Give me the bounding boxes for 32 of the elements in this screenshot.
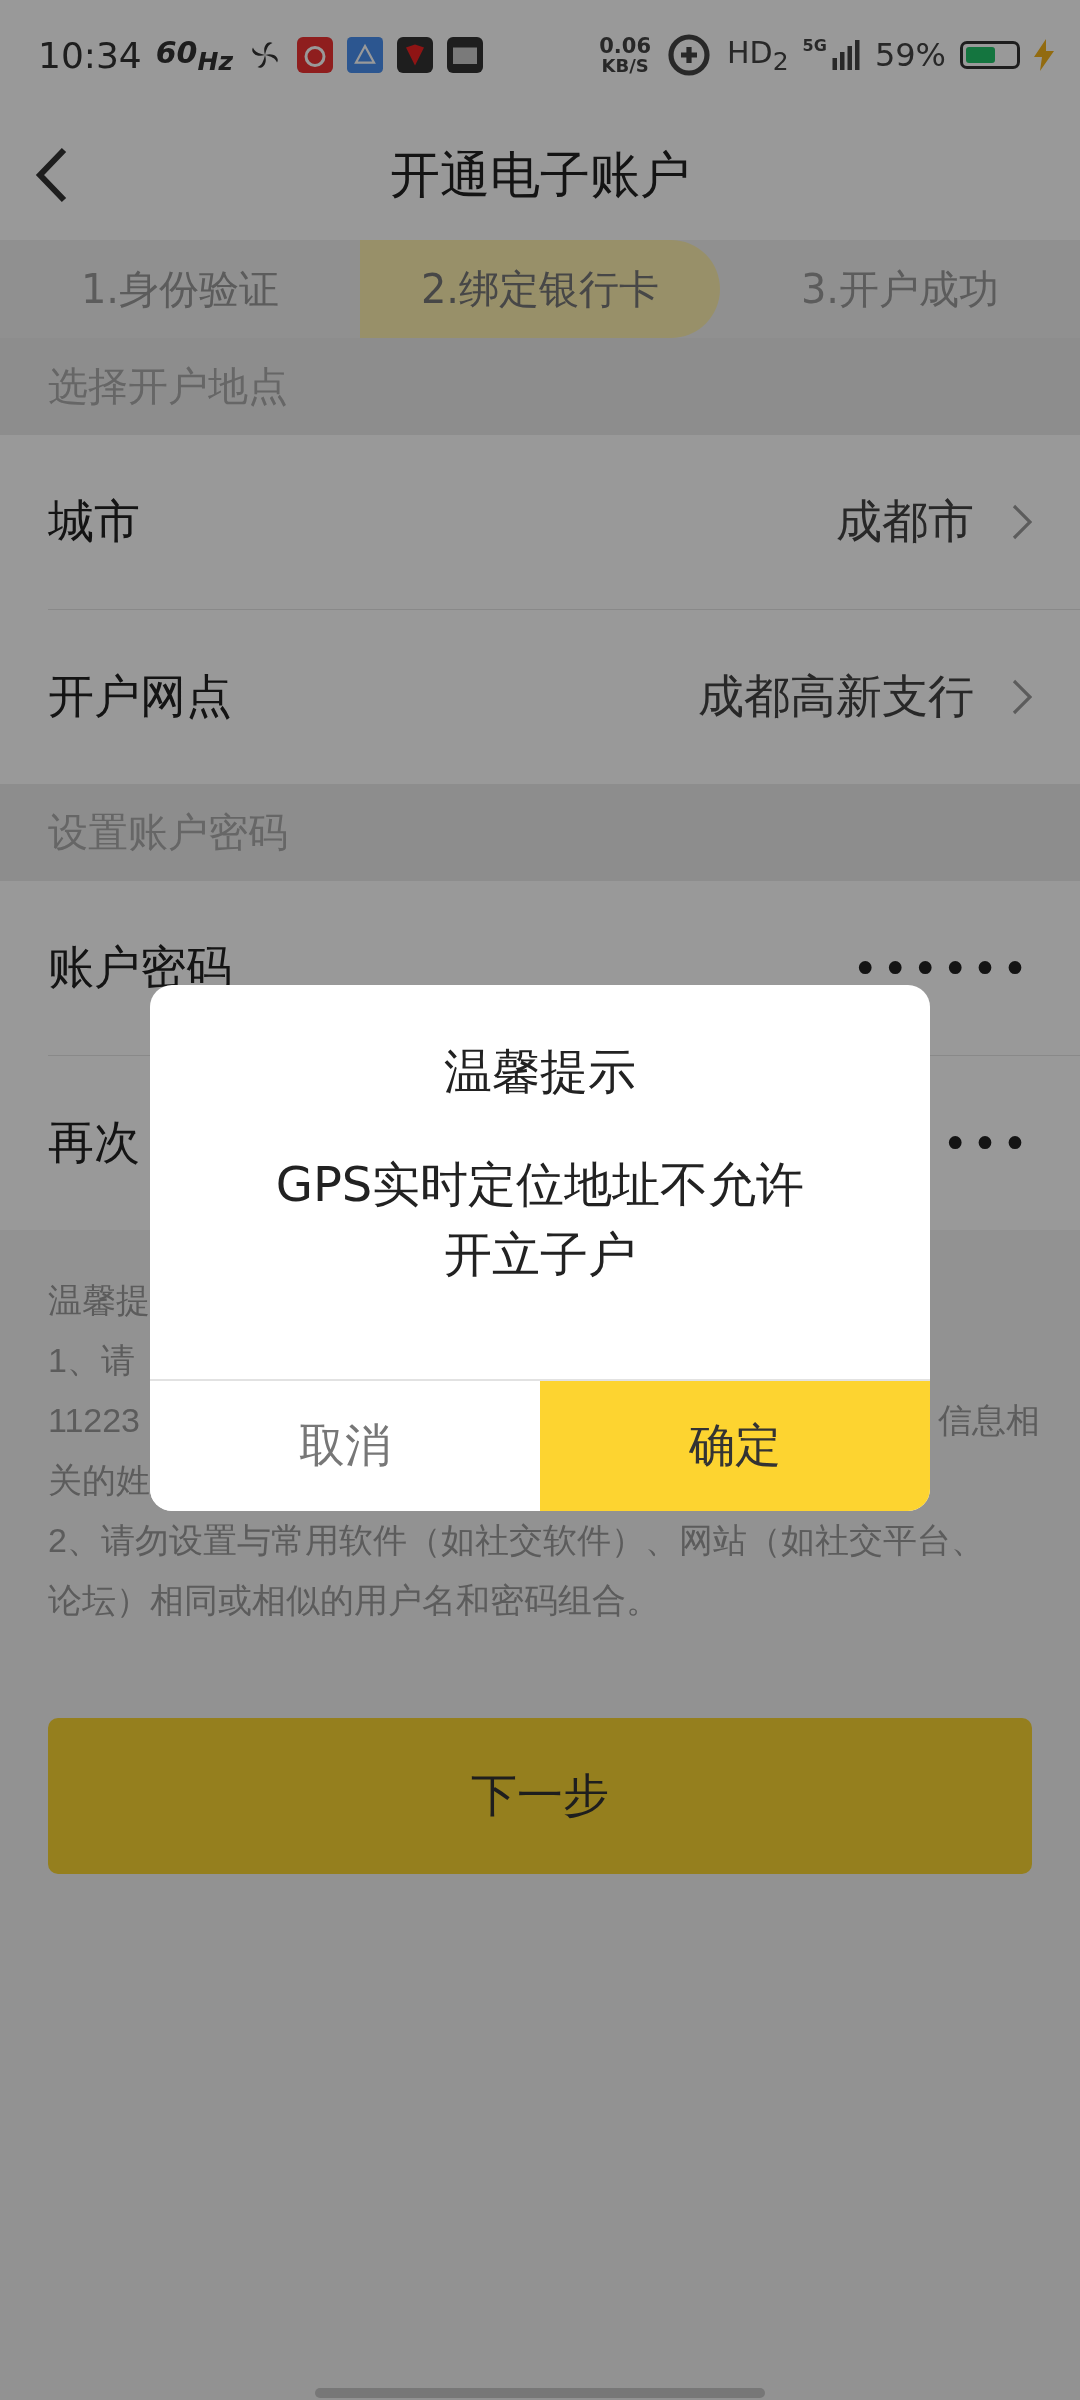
status-time: 10:34 — [38, 34, 142, 76]
mail-icon — [447, 37, 483, 73]
signal-icon — [830, 40, 861, 70]
row-value: 成都高新支行 — [698, 668, 974, 725]
confirm-button[interactable]: 确定 — [540, 1381, 930, 1511]
net-speed: 0.06 — [599, 35, 652, 57]
warning-icon — [347, 37, 383, 73]
net-unit: KB/S — [601, 56, 649, 75]
battery-percent: 59% — [874, 36, 946, 74]
charging-icon — [1034, 39, 1054, 71]
battery-icon — [960, 41, 1020, 69]
password-dots: •••••• — [852, 942, 1032, 994]
page-title: 开通电子账户 — [390, 144, 690, 206]
row-label: 账户密码 — [48, 939, 233, 996]
shield-icon — [397, 37, 433, 73]
form-row[interactable]: 开户网点 成都高新支行 — [48, 610, 1080, 784]
chevron-icon — [1012, 679, 1032, 715]
dialog-message: GPS实时定位地址不允许 — [275, 1156, 805, 1212]
row-label: 再次 — [48, 1114, 141, 1171]
refresh-rate: 60$_{Hz}$ — [155, 34, 233, 76]
row-label: 开户网点 — [48, 668, 233, 725]
hd-label: HD$_{2}$ — [727, 34, 789, 76]
form-row[interactable]: 城市 成都市 — [48, 435, 1080, 610]
row-value: 成都市 — [836, 493, 974, 550]
network-type: 5G — [802, 36, 827, 55]
password-dots: ••• — [942, 1117, 1032, 1169]
app-icon — [297, 37, 333, 73]
chevron-icon — [1012, 504, 1032, 540]
dialog-message: 开立子户 — [444, 1226, 636, 1282]
back-icon[interactable] — [34, 146, 68, 204]
row-label: 城市 — [48, 493, 141, 550]
next-button[interactable]: 下一步 — [48, 1718, 1032, 1874]
